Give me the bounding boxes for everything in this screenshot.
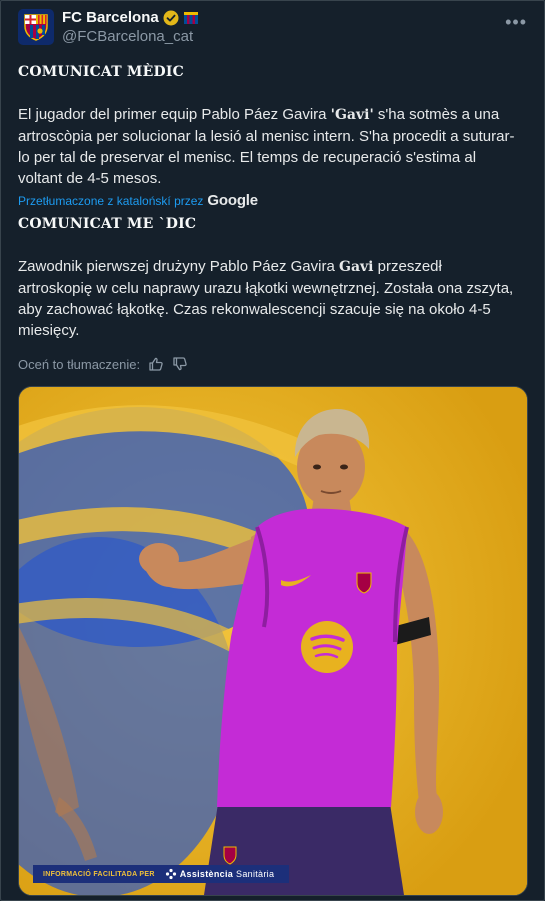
original-text: El jugador del primer equip Pablo Páez G… — [18, 104, 518, 189]
player-photo — [19, 387, 527, 895]
tweet-photo[interactable]: INFORMACIÓ FACILITADA PER Assistència San… — [18, 386, 528, 896]
sponsor-banner: INFORMACIÓ FACILITADA PER Assistència San… — [33, 865, 289, 883]
original-heading: COMUNICAT MÈDIC — [18, 64, 184, 80]
original-text-gavi: 'Gavi' — [330, 107, 374, 123]
google-logo: Google — [207, 192, 258, 209]
author-handle[interactable]: @FCBarcelona_cat — [62, 28, 193, 45]
translated-text-before: Zawodnik pierwszej drużyny Pablo Páez Ga… — [18, 258, 339, 275]
avatar[interactable] — [18, 9, 54, 45]
translation-attribution[interactable]: Przetłumaczone z katalońskí przez Google — [18, 192, 258, 209]
more-icon[interactable]: ••• — [505, 12, 527, 33]
rate-translation: Oceń to tłumaczenie: — [18, 356, 188, 372]
club-flag-icon — [183, 11, 198, 24]
translated-text-gavi: Gavi — [338, 259, 374, 275]
banner-brand-b: Sanitària — [236, 869, 275, 879]
rate-label: Oceń to tłumaczenie: — [18, 356, 141, 372]
verified-badge-icon — [163, 10, 179, 25]
banner-brand: Assistència Sanitària — [165, 868, 275, 880]
translated-text: Zawodnik pierwszej drużyny Pablo Páez Ga… — [18, 256, 518, 341]
banner-left-text: INFORMACIÓ FACILITADA PER — [43, 870, 155, 878]
assistencia-logo-icon — [165, 868, 176, 880]
fcb-crest-icon — [24, 14, 48, 41]
author-name[interactable]: FC Barcelona — [62, 9, 159, 26]
translated-heading: COMUNICAT ME `DIC — [18, 216, 197, 232]
translation-note: Przetłumaczone z katalońskí przez — [18, 193, 204, 208]
thumbs-up-icon[interactable] — [148, 356, 164, 372]
thumbs-down-icon[interactable] — [172, 356, 188, 372]
banner-brand-a: Assistència — [179, 869, 234, 879]
original-text-before: El jugador del primer equip Pablo Páez G… — [18, 106, 331, 123]
